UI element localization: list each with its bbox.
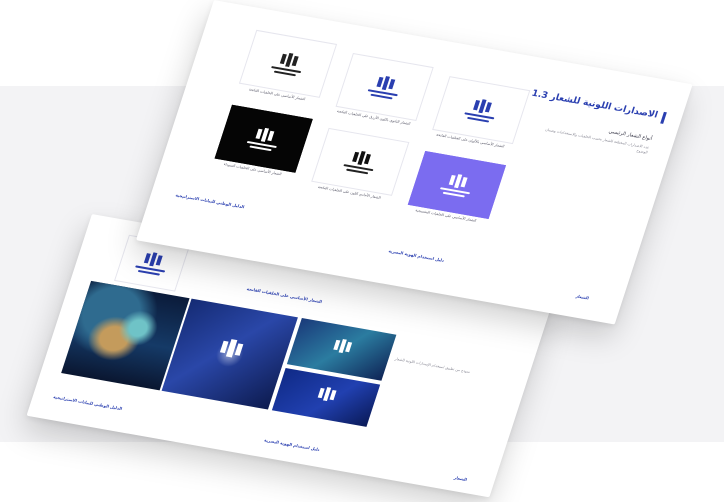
mockup-stage: الشعار الأساسي على الخلفيات الفاتحة نموذ… [0, 0, 724, 502]
intro-description: عدد الاصدارات المختلفة للشعار بحسب الخلف… [544, 127, 650, 155]
section-number: 1.3 [530, 88, 550, 102]
sea-logo [329, 337, 355, 359]
logo-emblem-icon [317, 387, 337, 402]
logo-emblem-icon [279, 52, 299, 68]
front-footer-left-link[interactable]: الدليل الوطني للبيانات الاستراتيجية [175, 192, 245, 209]
back-caption: الشعار الأساسي على الخلفيات الفاتحة [246, 286, 323, 305]
logo-mark [134, 250, 170, 276]
front-footer-right-link[interactable]: الشعار [575, 293, 589, 300]
logo-emblem-icon [352, 150, 371, 166]
logo-emblem-icon [376, 76, 396, 91]
logo-mark [245, 126, 281, 152]
section-heading: الاصدارات اللونية للشعار 1.3 [530, 89, 659, 121]
logo-mark [270, 51, 306, 77]
logo-emblem-icon [219, 339, 244, 358]
heading-accent-bar [660, 111, 667, 124]
logo-emblem-icon [448, 174, 468, 189]
logo-mark [342, 149, 378, 175]
back-footer-mid-link[interactable]: دليل استخدام الهوية البصرية [264, 437, 321, 452]
back-note: نموذج من تطبيق استخدام الإصدارات اللونية… [394, 356, 471, 374]
logo-mark [366, 74, 402, 100]
section-title: الاصدارات اللونية للشعار [549, 92, 659, 121]
logo-emblem-icon [143, 252, 163, 267]
back-footer-right-link[interactable]: الشعار [453, 475, 467, 482]
logo-emblem-icon [255, 127, 275, 142]
front-footer-mid-link[interactable]: دليل استخدام الهوية البصرية [388, 248, 445, 263]
logo-mark [463, 97, 499, 123]
logo-emblem-icon [333, 339, 353, 354]
skyline-logo [314, 385, 340, 407]
city-logo [214, 337, 247, 365]
logo-emblem-icon [473, 99, 492, 114]
logo-mark [439, 172, 475, 198]
back-footer-left-link[interactable]: الدليل الوطني للبيانات الاستراتيجية [53, 394, 123, 411]
